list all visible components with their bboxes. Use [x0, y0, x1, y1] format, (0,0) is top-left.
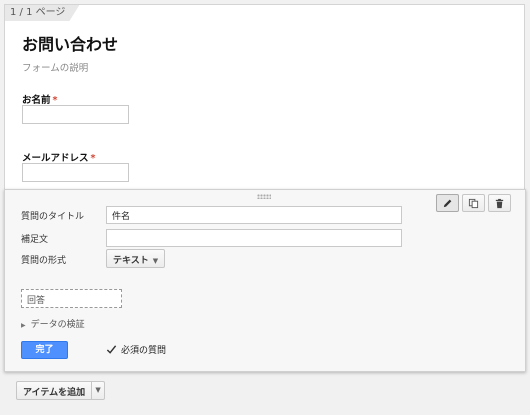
question-type-label: 質問の形式: [21, 256, 67, 266]
help-text-label: 補足文: [21, 235, 49, 245]
add-item-dropdown[interactable]: ▼: [92, 381, 106, 400]
drag-handle[interactable]: [257, 194, 271, 199]
chevron-down-icon: ▼: [95, 386, 101, 394]
question-type-select[interactable]: テキスト ▼: [106, 249, 166, 268]
chevron-down-icon: ▼: [152, 257, 159, 265]
edit-button[interactable]: [436, 194, 459, 212]
triangle-right-icon: ▶: [21, 322, 26, 329]
help-text-input[interactable]: [106, 229, 402, 247]
form-title[interactable]: お問い合わせ: [22, 31, 118, 55]
required-question-toggle[interactable]: 必須の質問: [106, 343, 166, 356]
add-item-button[interactable]: アイテムを追加: [16, 381, 93, 400]
checkmark-icon[interactable]: [106, 344, 117, 355]
name-input[interactable]: [22, 105, 129, 124]
trash-icon: [495, 198, 504, 208]
question-title-input[interactable]: [106, 206, 402, 224]
pencil-icon: [443, 199, 452, 207]
duplicate-icon: [468, 198, 479, 208]
question-label-email: メールアドレス *: [22, 153, 96, 164]
answer-preview: 回答: [21, 289, 122, 308]
add-item-control: アイテムを追加 ▼: [16, 381, 106, 400]
data-validation-toggle[interactable]: ▶ データの検証: [21, 317, 85, 330]
form-description[interactable]: フォームの説明: [22, 60, 88, 74]
page-indicator: 1 / 1 ページ: [5, 5, 79, 21]
question-label-name: お名前 *: [22, 95, 58, 106]
question-editor: 質問のタイトル 補足文 質問の形式 テキスト▼ 回答 ▶データの検証 完了 必須…: [4, 189, 526, 372]
email-input[interactable]: [22, 163, 129, 182]
done-button[interactable]: 完了: [21, 341, 68, 359]
duplicate-button[interactable]: [462, 194, 485, 212]
title-label: 質問のタイトル: [21, 212, 85, 222]
delete-button[interactable]: [488, 194, 511, 212]
